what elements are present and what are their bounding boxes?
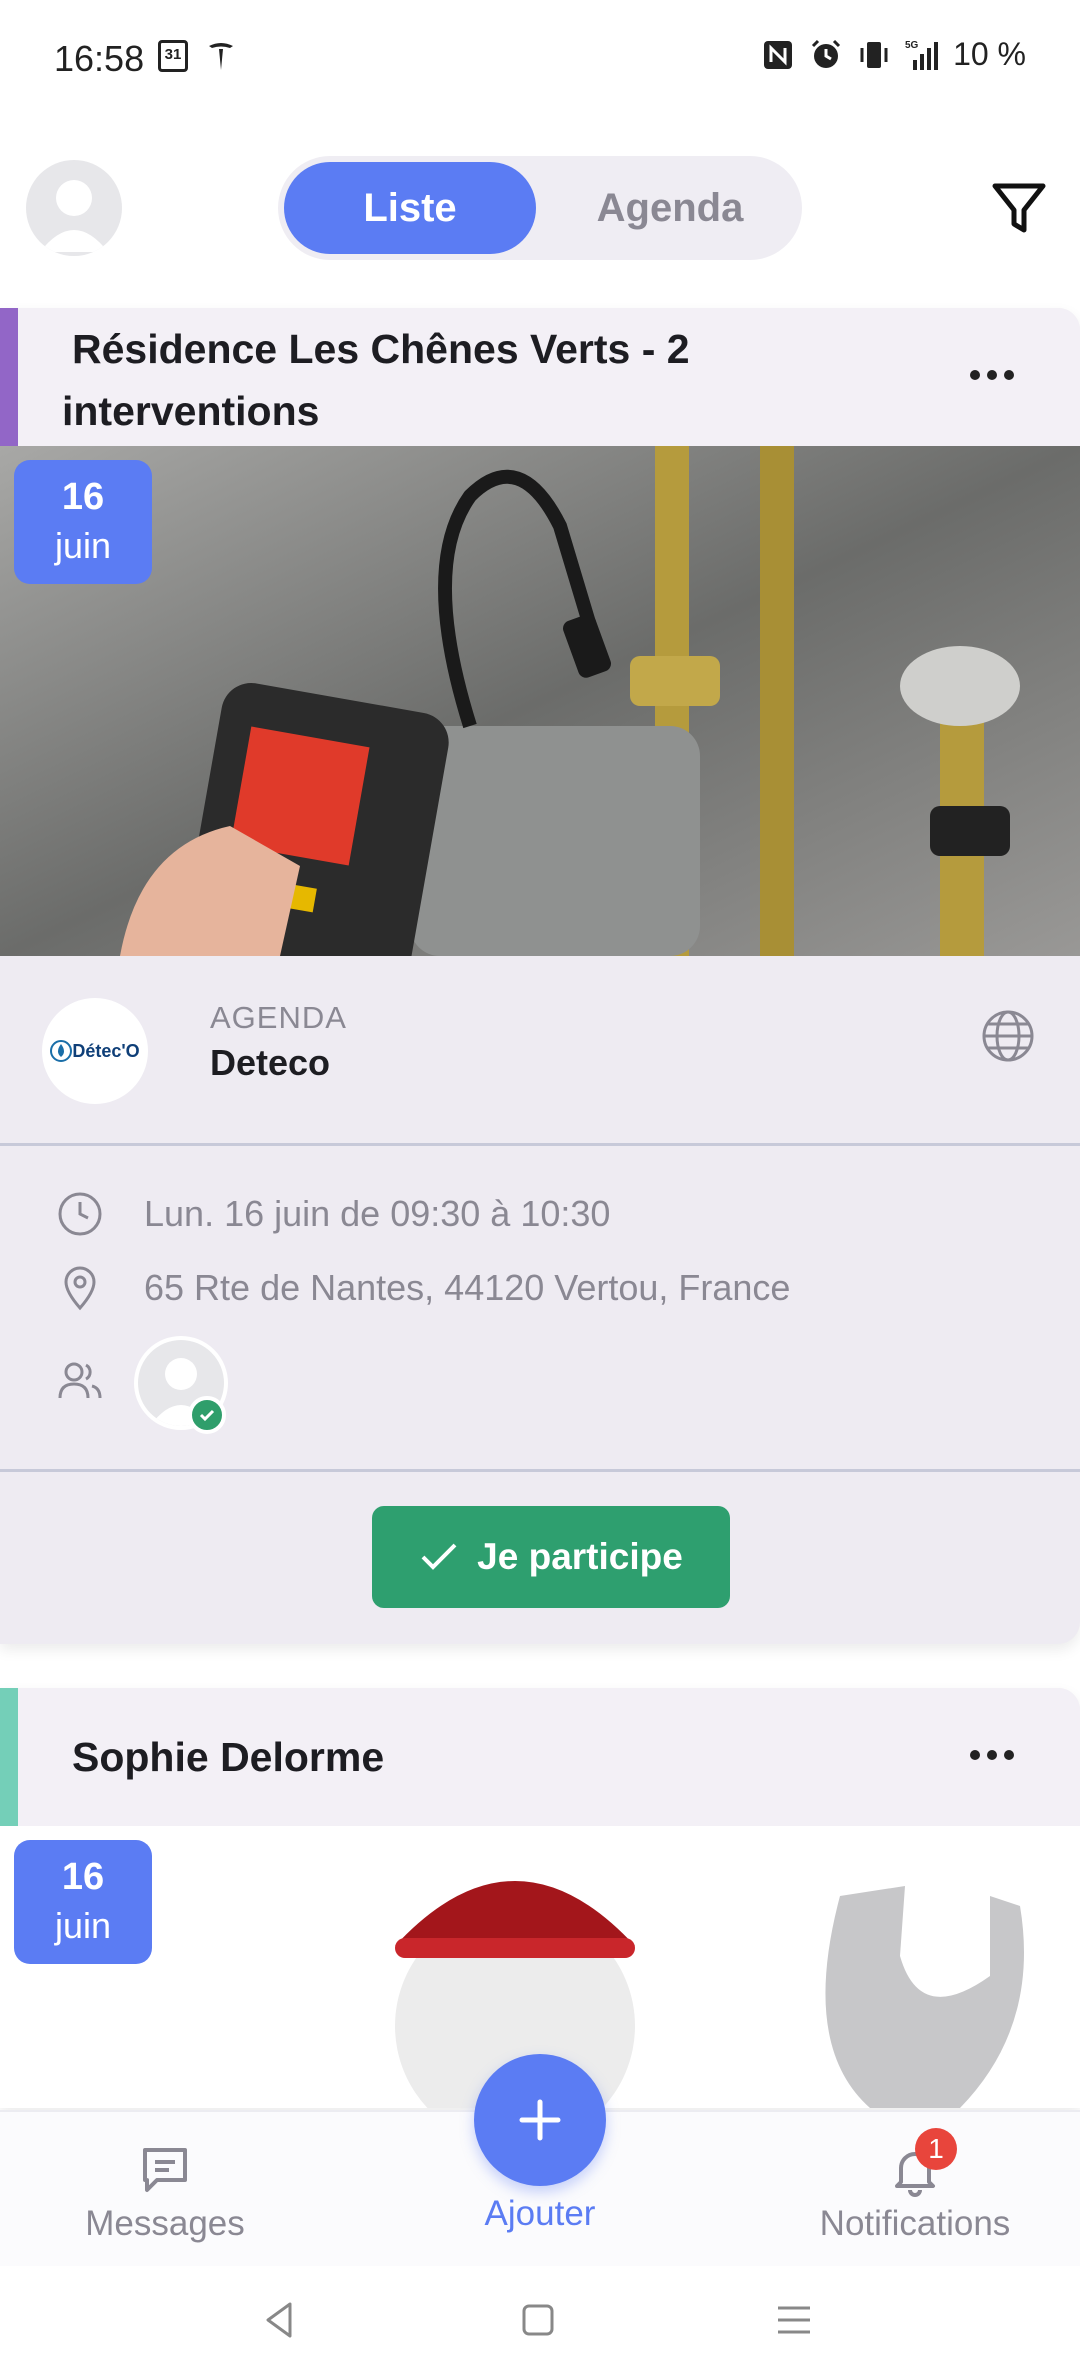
nav-add-label: Ajouter: [484, 2194, 596, 2233]
date-day: 16: [61, 476, 105, 518]
confirmed-check-icon: [188, 1396, 226, 1434]
event-time: Lun. 16 juin de 09:30 à 10:30: [144, 1193, 611, 1234]
card-header: Résidence Les Chênes Verts - 2 intervent…: [0, 308, 1080, 446]
filter-icon[interactable]: [990, 180, 1048, 238]
agenda-label: AGENDA: [210, 1000, 347, 1035]
participate-button[interactable]: Je participe: [372, 1506, 730, 1608]
card-title: Résidence Les Chênes Verts - 2 intervent…: [62, 326, 690, 434]
participants-icon: [58, 1362, 102, 1399]
status-bar: 16:58 31 5G 10 %: [0, 0, 1080, 120]
agenda-row[interactable]: Détec'O AGENDA Deteco: [0, 956, 1080, 1146]
date-month: juin: [54, 1905, 112, 1946]
signal-icon: 5G: [905, 40, 939, 70]
nav-messages-label: Messages: [85, 2204, 245, 2243]
intervention-card[interactable]: Sophie Delorme 16 juin: [0, 1688, 1080, 2108]
more-options-button[interactable]: [970, 370, 1014, 380]
plus-icon: [519, 2099, 561, 2141]
message-icon: [143, 2148, 187, 2192]
date-month: juin: [54, 525, 112, 566]
participate-label: Je participe: [477, 1536, 683, 1577]
date-badge: 16 juin: [14, 1840, 152, 1964]
date-day: 16: [61, 1856, 105, 1898]
back-icon[interactable]: [258, 2298, 302, 2342]
event-address[interactable]: 65 Rte de Nantes, 44120 Vertou, France: [144, 1267, 790, 1309]
date-badge: 16 juin: [14, 460, 152, 584]
organization-name: Deteco: [210, 1042, 331, 1083]
nav-add[interactable]: Ajouter: [460, 2194, 620, 2234]
nav-notifications[interactable]: 1 Notifications: [800, 2128, 1030, 2244]
alarm-icon: [812, 39, 841, 68]
organization-logo: Détec'O: [42, 998, 148, 1104]
card-image: 16 juin: [0, 446, 1080, 956]
add-button[interactable]: [474, 2054, 606, 2186]
vibrate-icon: [860, 41, 888, 68]
system-navigation-bar: [0, 2266, 1080, 2376]
user-avatar[interactable]: [26, 160, 122, 256]
clock-icon: [58, 1192, 102, 1236]
view-switcher: Liste Agenda: [278, 156, 802, 260]
card-header: Sophie Delorme: [0, 1688, 1080, 1826]
intervention-card[interactable]: Résidence Les Chênes Verts - 2 intervent…: [0, 308, 1080, 1644]
gas-detector-photo: [0, 446, 1080, 956]
status-time: 16:58: [54, 38, 145, 79]
location-pin-icon: [64, 1266, 96, 1311]
nav-messages[interactable]: Messages: [80, 2142, 250, 2244]
notification-count-badge: 1: [915, 2128, 957, 2170]
card-accent-bar: [0, 1688, 18, 1826]
calendar-icon: 31: [158, 40, 188, 72]
card-accent-bar: [0, 308, 18, 446]
check-icon: [421, 1543, 457, 1570]
tab-liste[interactable]: Liste: [284, 162, 536, 254]
home-icon[interactable]: [516, 2298, 560, 2342]
card-title: Sophie Delorme: [72, 1734, 385, 1780]
battery-level: 10 %: [953, 36, 1026, 72]
globe-icon[interactable]: [980, 1008, 1036, 1064]
organization-logo-text: Détec'O: [72, 1040, 140, 1061]
person-icon: [40, 180, 108, 252]
event-details: Lun. 16 juin de 09:30 à 10:30 65 Rte de …: [0, 1146, 1080, 1472]
tab-agenda[interactable]: Agenda: [544, 162, 796, 254]
nav-notifications-label: Notifications: [819, 2204, 1011, 2243]
tesla-icon: [209, 43, 233, 70]
water-drop-icon: [50, 1040, 73, 1062]
more-options-button[interactable]: [970, 1750, 1014, 1760]
recent-apps-icon[interactable]: [772, 2298, 816, 2342]
nfc-icon: [764, 40, 793, 69]
svg-text:5G: 5G: [905, 40, 919, 51]
